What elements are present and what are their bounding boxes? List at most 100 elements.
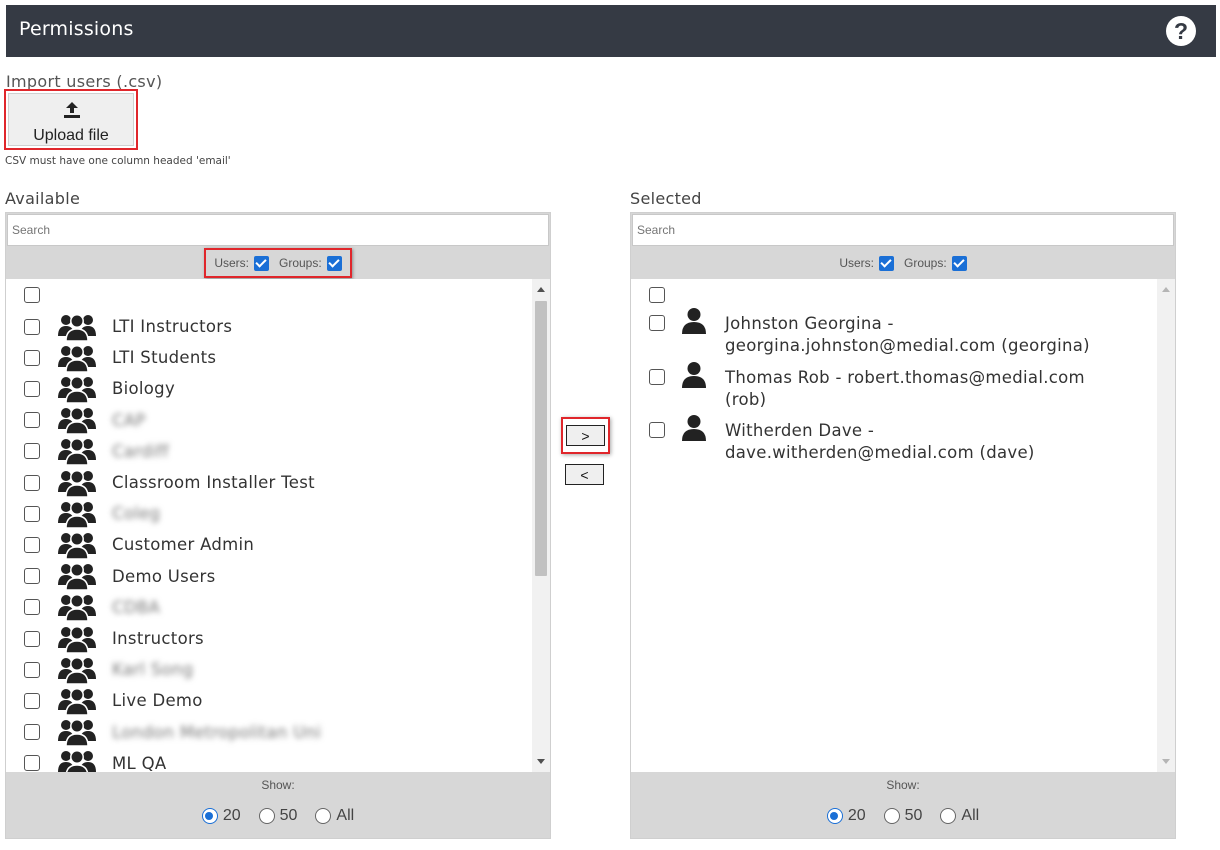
selected-scrollbar[interactable] bbox=[1157, 279, 1175, 772]
help-icon[interactable]: ? bbox=[1166, 16, 1196, 46]
available-label: Available bbox=[5, 189, 81, 208]
list-item[interactable]: LTI Instructors bbox=[24, 311, 232, 342]
upload-file-button[interactable]: Upload file bbox=[4, 89, 138, 150]
list-item[interactable]: Customer Admin bbox=[24, 529, 254, 560]
available-show-all[interactable]: All bbox=[315, 807, 354, 825]
move-left-button[interactable]: < bbox=[565, 464, 604, 485]
selected-show-50[interactable]: 50 bbox=[883, 807, 922, 825]
select-all-checkbox[interactable] bbox=[24, 286, 40, 303]
available-show-50[interactable]: 50 bbox=[258, 807, 297, 825]
group-icon bbox=[58, 594, 96, 623]
available-scrollbar[interactable] bbox=[532, 279, 550, 772]
list-item[interactable]: Karl Song bbox=[24, 654, 193, 685]
item-label: CDBA bbox=[112, 597, 161, 617]
list-item[interactable]: Coleg bbox=[24, 498, 160, 529]
group-icon bbox=[58, 407, 96, 435]
selected-search-input[interactable] bbox=[632, 214, 1174, 246]
groups-filter-checkbox[interactable] bbox=[951, 255, 967, 271]
list-item[interactable]: Cardiff bbox=[24, 436, 169, 467]
item-label: London Metropolitan Uni bbox=[112, 722, 322, 742]
group-icon bbox=[58, 563, 96, 591]
item-checkbox[interactable] bbox=[24, 661, 40, 678]
list-item[interactable]: LTI Students bbox=[24, 342, 216, 373]
list-item[interactable]: Biology bbox=[24, 373, 175, 404]
item-checkbox[interactable] bbox=[24, 630, 40, 647]
list-item[interactable]: CAP bbox=[24, 405, 146, 436]
item-checkbox[interactable] bbox=[649, 315, 665, 331]
selected-show-20[interactable]: 20 bbox=[826, 807, 866, 825]
user-line-2: dave.witherden@medial.com (dave) bbox=[725, 443, 1035, 462]
user-label: Johnston Georgina - georgina.johnston@med… bbox=[725, 313, 1105, 357]
item-checkbox[interactable] bbox=[649, 369, 665, 385]
user-icon bbox=[682, 362, 706, 388]
item-label: CAP bbox=[112, 410, 146, 430]
select-all-checkbox[interactable] bbox=[649, 286, 665, 303]
users-filter-checkbox[interactable] bbox=[253, 255, 269, 271]
item-checkbox[interactable] bbox=[649, 422, 665, 438]
selected-panel: Users: Groups: Johnston Georgina - georgi… bbox=[630, 212, 1176, 839]
item-checkbox[interactable] bbox=[24, 443, 40, 460]
csv-note: CSV must have one column headed 'email' bbox=[5, 155, 231, 167]
groups-filter-label: Groups: bbox=[903, 256, 947, 270]
group-icon bbox=[58, 438, 96, 467]
list-item[interactable]: Instructors bbox=[24, 623, 204, 654]
selected-show-all[interactable]: All bbox=[940, 807, 979, 825]
select-all-selected[interactable] bbox=[649, 279, 665, 310]
item-checkbox[interactable] bbox=[24, 318, 40, 335]
item-checkbox[interactable] bbox=[24, 349, 40, 366]
item-checkbox[interactable] bbox=[24, 724, 40, 741]
list-item[interactable]: Witherden Dave - dave.witherden@medial.co… bbox=[649, 415, 1105, 464]
list-item[interactable]: Classroom Installer Test bbox=[24, 467, 315, 498]
scroll-down-icon[interactable] bbox=[1162, 759, 1170, 764]
radio-button[interactable] bbox=[201, 808, 218, 824]
list-item[interactable]: London Metropolitan Uni bbox=[24, 717, 321, 748]
item-checkbox[interactable] bbox=[24, 755, 40, 772]
list-item[interactable]: ML QA bbox=[24, 748, 166, 772]
groups-filter-label: Groups: bbox=[278, 256, 322, 270]
groups-filter-checkbox[interactable] bbox=[326, 255, 342, 271]
move-right-highlight: > bbox=[561, 417, 610, 454]
item-checkbox[interactable] bbox=[24, 412, 40, 429]
user-line-2: georgina.johnston@medial.com (georgina) bbox=[725, 336, 1090, 355]
radio-button[interactable] bbox=[940, 808, 957, 824]
item-checkbox[interactable] bbox=[24, 568, 40, 585]
users-filter-checkbox[interactable] bbox=[878, 255, 894, 271]
scrollbar-thumb[interactable] bbox=[535, 301, 547, 576]
user-icon bbox=[682, 308, 706, 334]
list-item[interactable]: CDBA bbox=[24, 592, 160, 623]
select-all-available[interactable] bbox=[24, 279, 40, 310]
item-checkbox[interactable] bbox=[24, 599, 40, 616]
group-icon bbox=[58, 313, 96, 342]
list-item[interactable]: Demo Users bbox=[24, 561, 215, 592]
item-checkbox[interactable] bbox=[24, 536, 40, 553]
user-icon bbox=[682, 415, 706, 441]
item-checkbox[interactable] bbox=[24, 505, 40, 522]
item-checkbox[interactable] bbox=[24, 380, 40, 397]
group-icon bbox=[58, 344, 96, 373]
scroll-up-icon[interactable] bbox=[537, 287, 545, 292]
radio-button[interactable] bbox=[258, 808, 275, 824]
available-search-input[interactable] bbox=[7, 214, 549, 246]
list-item[interactable]: Thomas Rob - robert.thomas@medial.com (ro… bbox=[649, 362, 1105, 411]
move-right-button[interactable]: > bbox=[566, 425, 605, 446]
item-checkbox[interactable] bbox=[24, 474, 40, 491]
available-list: LTI Instructors LTI Students Biology CAP Car… bbox=[6, 279, 550, 772]
user-line-2: (rob) bbox=[725, 390, 767, 409]
selected-list: Johnston Georgina - georgina.johnston@med… bbox=[631, 279, 1175, 772]
radio-button[interactable] bbox=[315, 808, 332, 824]
selected-filter-row: Users: Groups: bbox=[631, 247, 1175, 279]
upload-file-label: Upload file bbox=[33, 127, 109, 144]
radio-button[interactable] bbox=[826, 808, 843, 824]
available-show-20[interactable]: 20 bbox=[201, 807, 241, 825]
group-icon bbox=[58, 375, 96, 404]
radio-button[interactable] bbox=[883, 808, 900, 824]
scroll-down-icon[interactable] bbox=[537, 759, 545, 764]
user-label: Witherden Dave - dave.witherden@medial.co… bbox=[725, 420, 1105, 464]
item-checkbox[interactable] bbox=[24, 692, 40, 709]
scroll-up-icon[interactable] bbox=[1162, 287, 1170, 292]
page-title: Permissions bbox=[19, 18, 134, 40]
item-label: Instructors bbox=[112, 629, 204, 648]
list-item[interactable]: Johnston Georgina - georgina.johnston@med… bbox=[649, 308, 1105, 357]
upload-icon bbox=[64, 102, 80, 118]
list-item[interactable]: Live Demo bbox=[24, 685, 203, 716]
